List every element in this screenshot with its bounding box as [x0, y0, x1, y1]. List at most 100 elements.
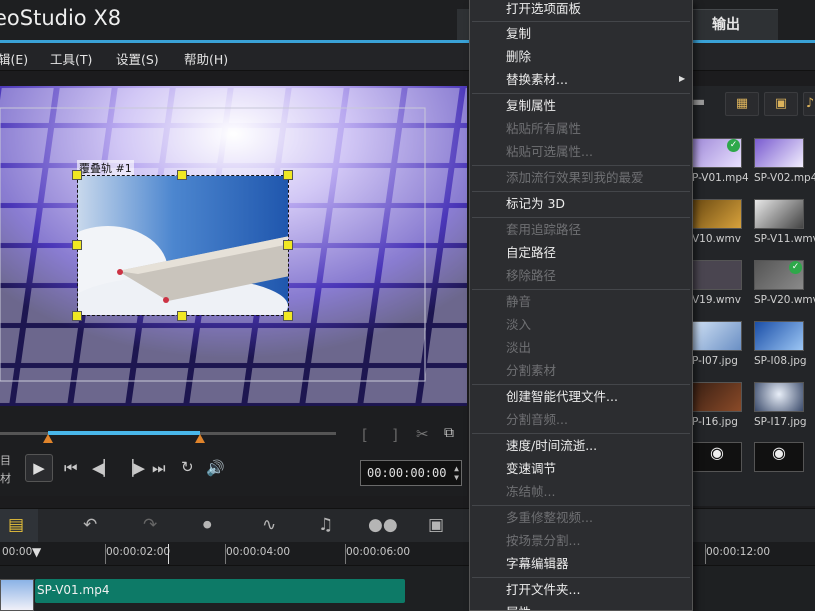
skip-end-icon[interactable]: ⏭	[152, 459, 166, 477]
menu-item-multi-trim[interactable]: 多重修整视频...	[506, 508, 593, 528]
timeline-clip[interactable]: SP-V01.mp4	[35, 579, 405, 603]
project-mode-label[interactable]: 目	[0, 452, 11, 468]
menu-item-split-by-scene[interactable]: 按场景分割...	[506, 531, 580, 551]
clip-mode-label[interactable]: 材	[0, 470, 11, 486]
library-thumbnail[interactable]	[692, 260, 742, 290]
step-back-icon[interactable]: ◀▏	[92, 459, 115, 477]
skip-start-icon[interactable]: ⏮	[64, 459, 78, 477]
subtitle-editor-icon[interactable]: ▣	[428, 515, 444, 535]
resize-handle[interactable]	[177, 311, 187, 321]
menu-item-fade-in[interactable]: 淡入	[506, 315, 531, 335]
record-capture-icon[interactable]: ⏺	[203, 515, 212, 535]
library-thumbnail[interactable]: ✓	[692, 138, 742, 168]
menu-item-apply-tracking-path[interactable]: 套用追踪路径	[506, 220, 581, 240]
timecode-spinner[interactable]: ▲ ▼	[454, 464, 459, 482]
resize-handle[interactable]	[72, 170, 82, 180]
menu-settings[interactable]: 设置(S)	[116, 49, 159, 68]
library-thumbnail[interactable]	[754, 321, 804, 351]
library-thumbnail[interactable]	[754, 199, 804, 229]
redo-icon[interactable]: ↷	[143, 515, 157, 535]
audio-thumbnail[interactable]: ◉	[692, 442, 742, 472]
context-menu: 打开选项面板 复制 删除 替换素材... ▶ 复制属性 粘贴所有属性 粘贴可选属…	[469, 0, 693, 611]
audio-filter-icon[interactable]: ♪	[803, 92, 815, 116]
menu-item-split-clip[interactable]: 分割素材	[506, 361, 556, 381]
menu-item-remove-path[interactable]: 移除路径	[506, 266, 556, 286]
menu-edit[interactable]: 辑(E)	[0, 49, 28, 68]
menu-item-properties[interactable]: 属性	[506, 603, 531, 610]
library-thumbnail-label: P-V01.mp4	[692, 172, 749, 184]
storyboard-view-button[interactable]: ▤	[0, 509, 38, 543]
enlarge-icon[interactable]: ⧉	[444, 425, 454, 441]
volume-icon[interactable]: 🔊	[206, 459, 225, 477]
resize-handle[interactable]	[72, 240, 82, 250]
menu-help[interactable]: 帮助(H)	[184, 49, 228, 68]
menu-item-copy[interactable]: 复制	[506, 24, 531, 44]
library-thumbnail-label: SP-I17.jpg	[754, 416, 807, 428]
mark-in-button[interactable]: [	[362, 426, 368, 444]
library-thumbnail[interactable]	[754, 382, 804, 412]
library-thumbnail[interactable]: ✓	[754, 260, 804, 290]
trim-end-marker[interactable]	[195, 434, 205, 443]
library-thumbnail[interactable]	[692, 382, 742, 412]
video-filter-icon[interactable]: ▦	[725, 92, 759, 116]
menu-item-paste-all-attributes[interactable]: 粘贴所有属性	[506, 119, 581, 139]
step-forward-icon[interactable]: ▕▶	[122, 459, 145, 477]
undo-icon[interactable]: ↶	[83, 515, 97, 535]
menu-item-add-to-favorites[interactable]: 添加流行效果到我的最爱	[506, 168, 644, 188]
timecode-field[interactable]: 00:00:00:00 ▲ ▼	[360, 460, 462, 486]
menu-item-open-options[interactable]: 打开选项面板	[506, 0, 581, 19]
trim-start-marker[interactable]	[43, 434, 53, 443]
tab-edit-edge[interactable]	[457, 9, 469, 40]
overlay-clip[interactable]	[77, 175, 289, 316]
menu-item-replace-clip[interactable]: 替换素材...	[506, 70, 568, 90]
resize-handle[interactable]	[177, 170, 187, 180]
library-thumbnail-label: P-I07.jpg	[692, 355, 738, 367]
library-thumbnail-label: SP-V02.mp4	[754, 172, 815, 184]
menu-item-copy-attributes[interactable]: 复制属性	[506, 96, 556, 116]
play-button[interactable]: ▶	[25, 454, 53, 482]
resize-handle[interactable]	[72, 311, 82, 321]
menu-item-paste-selected-attributes[interactable]: 粘贴可选属性...	[506, 142, 593, 162]
menu-item-fade-out[interactable]: 淡出	[506, 338, 531, 358]
menu-item-mute[interactable]: 静音	[506, 292, 531, 312]
menu-item-create-proxy[interactable]: 创建智能代理文件...	[506, 387, 618, 407]
menu-item-custom-path[interactable]: 自定路径	[506, 243, 556, 263]
library-thumbnail[interactable]	[754, 138, 804, 168]
library-thumbnail-label: SP-V11.wmv	[754, 233, 815, 245]
menu-tools[interactable]: 工具(T)	[50, 49, 92, 68]
library-toolbar: ▬ ▦ ▣ ♪	[690, 92, 815, 118]
preview-window[interactable]: 覆叠轨 #1	[0, 86, 467, 406]
library-thumbnail-label: SP-V20.wmv	[754, 294, 815, 306]
menu-separator	[472, 165, 690, 166]
auto-music-icon[interactable]: ♫	[318, 515, 333, 535]
resize-handle[interactable]	[283, 240, 293, 250]
resize-handle[interactable]	[283, 170, 293, 180]
menu-item-mark-3d[interactable]: 标记为 3D	[506, 194, 565, 214]
timecode-value: 00:00:00:00	[367, 466, 447, 480]
sound-mixer-icon[interactable]: ∿	[262, 515, 276, 535]
playhead-icon[interactable]: ▼	[32, 545, 41, 559]
menu-item-delete[interactable]: 删除	[506, 47, 531, 67]
library-thumbnail-label: V19.wmv	[692, 294, 741, 306]
check-icon: ✓	[727, 139, 740, 152]
mark-out-button[interactable]: ]	[392, 426, 398, 444]
menu-item-subtitle-editor[interactable]: 字幕编辑器	[506, 554, 569, 574]
repeat-icon[interactable]: ↻	[181, 458, 194, 476]
library-thumbnail[interactable]	[692, 321, 742, 351]
trim-range[interactable]	[48, 431, 200, 435]
app-title: eoStudio X8	[0, 6, 122, 30]
menu-item-open-folder[interactable]: 打开文件夹...	[506, 580, 580, 600]
scissors-icon[interactable]: ✂	[416, 425, 429, 443]
photo-filter-icon[interactable]: ▣	[764, 92, 798, 116]
menu-item-variable-speed[interactable]: 变速调节	[506, 459, 556, 479]
motion-tracking-icon[interactable]: ●●	[368, 515, 398, 535]
menu-item-speed-time-lapse[interactable]: 速度/时间流逝...	[506, 436, 597, 456]
library-thumbnail[interactable]	[692, 199, 742, 229]
menu-separator	[472, 577, 690, 578]
menu-item-freeze-frame[interactable]: 冻结帧...	[506, 482, 555, 502]
menu-item-split-audio[interactable]: 分割音频...	[506, 410, 568, 430]
library-thumbnail-label: P-I16.jpg	[692, 416, 738, 428]
resize-handle[interactable]	[283, 311, 293, 321]
folder-icon[interactable]: ▬	[692, 94, 705, 110]
audio-thumbnail[interactable]: ◉	[754, 442, 804, 472]
